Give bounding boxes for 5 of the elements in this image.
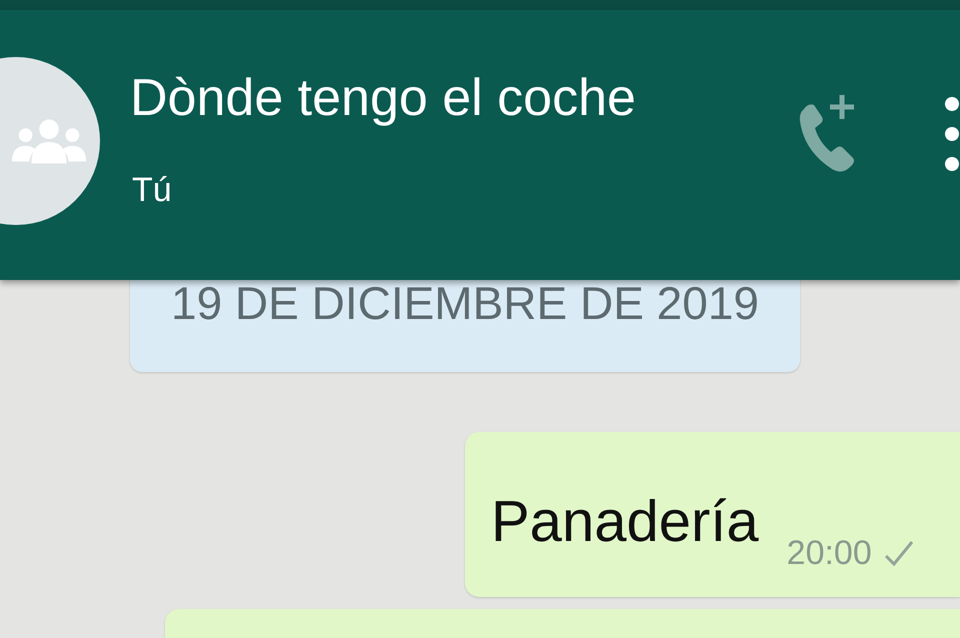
message-time: 20:00	[786, 533, 872, 573]
more-options-button[interactable]	[944, 94, 960, 174]
message-text: Panadería	[491, 489, 759, 555]
chat-subtitle: Tú	[132, 170, 173, 210]
chat-title: Dònde tengo el coche	[130, 68, 637, 129]
